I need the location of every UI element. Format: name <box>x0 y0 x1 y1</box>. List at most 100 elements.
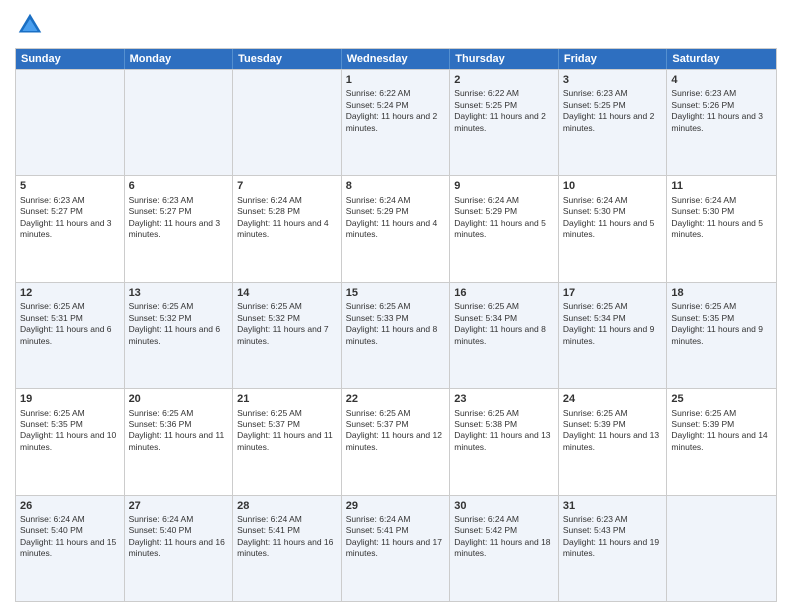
cal-cell-r1-c4: 9 Sunrise: 6:24 AM Sunset: 5:29 PM Daylig… <box>450 176 559 281</box>
cell-info: Sunrise: 6:25 AM Sunset: 5:35 PM Dayligh… <box>671 301 772 347</box>
cal-cell-r2-c5: 17Sunrise: 6:25 AM Sunset: 5:34 PM Dayli… <box>559 283 668 388</box>
logo <box>15 10 49 40</box>
cell-info: Sunrise: 6:25 AM Sunset: 5:35 PM Dayligh… <box>20 408 120 454</box>
cell-info: Sunrise: 6:25 AM Sunset: 5:39 PM Dayligh… <box>563 408 663 454</box>
cal-cell-r4-c3: 29Sunrise: 6:24 AM Sunset: 5:41 PM Dayli… <box>342 496 451 601</box>
cal-row-4: 26Sunrise: 6:24 AM Sunset: 5:40 PM Dayli… <box>16 495 776 601</box>
cal-cell-r0-c5: 3Sunrise: 6:23 AM Sunset: 5:25 PM Daylig… <box>559 70 668 175</box>
day-number: 31 <box>563 499 663 513</box>
calendar-header-row: SundayMondayTuesdayWednesdayThursdayFrid… <box>16 49 776 69</box>
cal-cell-r0-c4: 2Sunrise: 6:22 AM Sunset: 5:25 PM Daylig… <box>450 70 559 175</box>
day-number: 11 <box>671 179 772 193</box>
day-number: 13 <box>129 286 229 300</box>
cal-header-friday: Friday <box>559 49 668 69</box>
day-number: 2 <box>454 73 554 87</box>
cal-cell-r0-c1 <box>125 70 234 175</box>
cell-info: Sunrise: 6:22 AM Sunset: 5:25 PM Dayligh… <box>454 88 554 134</box>
cal-cell-r0-c2 <box>233 70 342 175</box>
day-number: 16 <box>454 286 554 300</box>
cal-cell-r1-c6: 11Sunrise: 6:24 AM Sunset: 5:30 PM Dayli… <box>667 176 776 281</box>
cal-cell-r0-c3: 1Sunrise: 6:22 AM Sunset: 5:24 PM Daylig… <box>342 70 451 175</box>
calendar: SundayMondayTuesdayWednesdayThursdayFrid… <box>15 48 777 602</box>
day-number: 9 <box>454 179 554 193</box>
day-number: 10 <box>563 179 663 193</box>
day-number: 21 <box>237 392 337 406</box>
cell-info: Sunrise: 6:25 AM Sunset: 5:39 PM Dayligh… <box>671 408 772 454</box>
cal-header-tuesday: Tuesday <box>233 49 342 69</box>
cal-cell-r1-c1: 6Sunrise: 6:23 AM Sunset: 5:27 PM Daylig… <box>125 176 234 281</box>
cal-cell-r1-c3: 8 Sunrise: 6:24 AM Sunset: 5:29 PM Daylig… <box>342 176 451 281</box>
cell-info: Sunrise: 6:25 AM Sunset: 5:34 PM Dayligh… <box>563 301 663 347</box>
day-number: 30 <box>454 499 554 513</box>
cal-cell-r3-c2: 21 Sunrise: 6:25 AM Sunset: 5:37 PM Dayli… <box>233 389 342 494</box>
cal-cell-r4-c1: 27Sunrise: 6:24 AM Sunset: 5:40 PM Dayli… <box>125 496 234 601</box>
cell-info: Sunrise: 6:25 AM Sunset: 5:33 PM Dayligh… <box>346 301 446 347</box>
day-number: 3 <box>563 73 663 87</box>
cell-info: Sunrise: 6:24 AM Sunset: 5:42 PM Dayligh… <box>454 514 554 560</box>
cal-cell-r1-c0: 5Sunrise: 6:23 AM Sunset: 5:27 PM Daylig… <box>16 176 125 281</box>
cell-info: Sunrise: 6:24 AM Sunset: 5:29 PM Dayligh… <box>454 195 554 241</box>
cell-info: Sunrise: 6:25 AM Sunset: 5:32 PM Dayligh… <box>129 301 229 347</box>
cal-row-2: 12Sunrise: 6:25 AM Sunset: 5:31 PM Dayli… <box>16 282 776 388</box>
cell-info: Sunrise: 6:25 AM Sunset: 5:37 PM Dayligh… <box>346 408 446 454</box>
day-number: 27 <box>129 499 229 513</box>
cal-cell-r2-c6: 18Sunrise: 6:25 AM Sunset: 5:35 PM Dayli… <box>667 283 776 388</box>
cell-info: Sunrise: 6:24 AM Sunset: 5:40 PM Dayligh… <box>129 514 229 560</box>
cal-header-wednesday: Wednesday <box>342 49 451 69</box>
cell-info: Sunrise: 6:24 AM Sunset: 5:28 PM Dayligh… <box>237 195 337 241</box>
cell-info: Sunrise: 6:24 AM Sunset: 5:40 PM Dayligh… <box>20 514 120 560</box>
day-number: 7 <box>237 179 337 193</box>
day-number: 29 <box>346 499 446 513</box>
page: SundayMondayTuesdayWednesdayThursdayFrid… <box>0 0 792 612</box>
cell-info: Sunrise: 6:25 AM Sunset: 5:34 PM Dayligh… <box>454 301 554 347</box>
cell-info: Sunrise: 6:24 AM Sunset: 5:41 PM Dayligh… <box>237 514 337 560</box>
cal-cell-r2-c3: 15Sunrise: 6:25 AM Sunset: 5:33 PM Dayli… <box>342 283 451 388</box>
cell-info: Sunrise: 6:25 AM Sunset: 5:37 PM Dayligh… <box>237 408 337 454</box>
cal-header-thursday: Thursday <box>450 49 559 69</box>
day-number: 5 <box>20 179 120 193</box>
cal-header-saturday: Saturday <box>667 49 776 69</box>
cal-row-3: 19 Sunrise: 6:25 AM Sunset: 5:35 PM Dayli… <box>16 388 776 494</box>
header <box>15 10 777 40</box>
cal-header-monday: Monday <box>125 49 234 69</box>
day-number: 28 <box>237 499 337 513</box>
day-number: 17 <box>563 286 663 300</box>
calendar-body: 1Sunrise: 6:22 AM Sunset: 5:24 PM Daylig… <box>16 69 776 601</box>
day-number: 18 <box>671 286 772 300</box>
cell-info: Sunrise: 6:24 AM Sunset: 5:41 PM Dayligh… <box>346 514 446 560</box>
cal-cell-r2-c1: 13Sunrise: 6:25 AM Sunset: 5:32 PM Dayli… <box>125 283 234 388</box>
cal-cell-r4-c2: 28Sunrise: 6:24 AM Sunset: 5:41 PM Dayli… <box>233 496 342 601</box>
cal-cell-r3-c4: 23 Sunrise: 6:25 AM Sunset: 5:38 PM Dayli… <box>450 389 559 494</box>
cal-cell-r3-c3: 22 Sunrise: 6:25 AM Sunset: 5:37 PM Dayli… <box>342 389 451 494</box>
cal-cell-r2-c0: 12Sunrise: 6:25 AM Sunset: 5:31 PM Dayli… <box>16 283 125 388</box>
day-number: 19 <box>20 392 120 406</box>
cell-info: Sunrise: 6:25 AM Sunset: 5:36 PM Dayligh… <box>129 408 229 454</box>
cell-info: Sunrise: 6:23 AM Sunset: 5:43 PM Dayligh… <box>563 514 663 560</box>
cal-cell-r3-c6: 25Sunrise: 6:25 AM Sunset: 5:39 PM Dayli… <box>667 389 776 494</box>
cal-cell-r3-c0: 19 Sunrise: 6:25 AM Sunset: 5:35 PM Dayli… <box>16 389 125 494</box>
cell-info: Sunrise: 6:25 AM Sunset: 5:32 PM Dayligh… <box>237 301 337 347</box>
cal-cell-r3-c5: 24 Sunrise: 6:25 AM Sunset: 5:39 PM Dayli… <box>559 389 668 494</box>
day-number: 15 <box>346 286 446 300</box>
cal-row-1: 5 Sunrise: 6:23 AM Sunset: 5:27 PM Daylig… <box>16 175 776 281</box>
day-number: 1 <box>346 73 446 87</box>
cell-info: Sunrise: 6:22 AM Sunset: 5:24 PM Dayligh… <box>346 88 446 134</box>
cal-cell-r2-c4: 16Sunrise: 6:25 AM Sunset: 5:34 PM Dayli… <box>450 283 559 388</box>
cal-cell-r0-c0 <box>16 70 125 175</box>
cell-info: Sunrise: 6:23 AM Sunset: 5:25 PM Dayligh… <box>563 88 663 134</box>
cell-info: Sunrise: 6:23 AM Sunset: 5:26 PM Dayligh… <box>671 88 772 134</box>
day-number: 22 <box>346 392 446 406</box>
day-number: 8 <box>346 179 446 193</box>
cal-cell-r2-c2: 14Sunrise: 6:25 AM Sunset: 5:32 PM Dayli… <box>233 283 342 388</box>
day-number: 23 <box>454 392 554 406</box>
day-number: 20 <box>129 392 229 406</box>
cal-cell-r4-c5: 31Sunrise: 6:23 AM Sunset: 5:43 PM Dayli… <box>559 496 668 601</box>
cell-info: Sunrise: 6:25 AM Sunset: 5:38 PM Dayligh… <box>454 408 554 454</box>
cal-cell-r1-c5: 10Sunrise: 6:24 AM Sunset: 5:30 PM Dayli… <box>559 176 668 281</box>
logo-icon <box>15 10 45 40</box>
cal-cell-r4-c6 <box>667 496 776 601</box>
cell-info: Sunrise: 6:23 AM Sunset: 5:27 PM Dayligh… <box>129 195 229 241</box>
day-number: 24 <box>563 392 663 406</box>
cell-info: Sunrise: 6:24 AM Sunset: 5:29 PM Dayligh… <box>346 195 446 241</box>
day-number: 4 <box>671 73 772 87</box>
